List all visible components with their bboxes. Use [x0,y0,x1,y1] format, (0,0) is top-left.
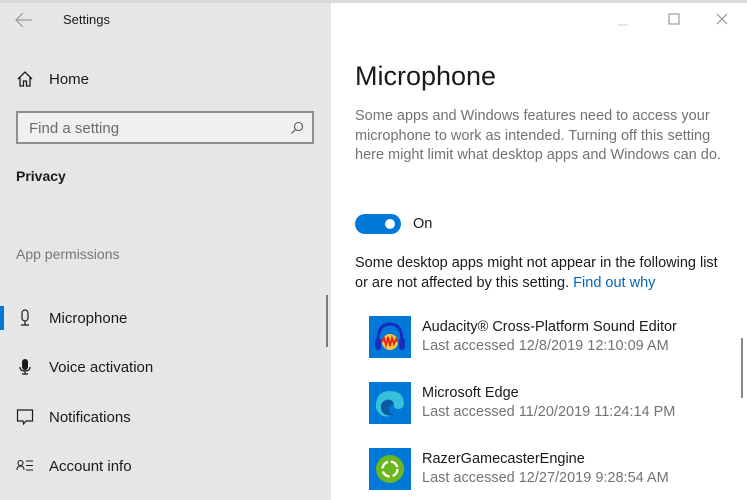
app-last-accessed: Last accessed 12/27/2019 9:28:54 AM [422,470,669,486]
section-title: Privacy [16,168,66,184]
sidebar-item-label: Voice activation [49,358,154,376]
back-arrow-icon[interactable] [14,11,34,29]
sidebar-item-account-info[interactable]: Account info [0,448,320,484]
close-button[interactable] [707,9,737,29]
home-label: Home [49,70,90,88]
maximize-button[interactable] [659,9,689,29]
sidebar-item-label: Microphone [49,309,128,327]
minimize-button[interactable] [608,9,638,29]
note-text: Some desktop apps might not appear in th… [355,255,718,291]
search-icon[interactable] [290,121,304,135]
home-link[interactable]: Home [16,67,89,91]
desktop-apps-note: Some desktop apps might not appear in th… [355,254,725,293]
app-last-accessed: Last accessed 12/8/2019 12:10:09 AM [422,338,669,354]
search-placeholder: Find a setting [29,120,120,137]
app-list-item: Microsoft Edge Last accessed 11/20/2019 … [369,382,729,426]
voice-activation-icon [16,358,34,376]
page-description: Some apps and Windows features need to a… [355,108,721,163]
sidebar-item-microphone[interactable]: Microphone [0,300,320,336]
toggle-label: On [413,216,433,232]
account-info-icon [16,457,34,475]
sidebar-scrollbar[interactable] [326,295,328,347]
toggle-knob [385,219,395,229]
content-scrollbar[interactable] [741,338,743,398]
notifications-icon [16,408,34,426]
home-icon [16,70,34,88]
microphone-icon [16,309,34,327]
sidebar-item-label: Account info [49,457,132,475]
app-title: Settings [63,12,110,27]
edge-icon [369,382,411,424]
razer-gamecaster-icon [369,448,411,490]
app-name: Audacity® Cross-Platform Sound Editor [422,319,677,335]
app-list-item: Audacity® Cross-Platform Sound Editor La… [369,316,729,360]
sidebar-item-voice-activation[interactable]: Voice activation [0,349,320,385]
audacity-icon [369,316,411,358]
search-input[interactable]: Find a setting [16,111,314,144]
sidebar-item-label: Notifications [49,408,131,426]
sidebar-item-notifications[interactable]: Notifications [0,399,320,435]
selection-indicator [0,306,4,330]
page-title: Microphone [355,61,497,91]
app-list-item: RazerGamecasterEngine Last accessed 12/2… [369,448,729,492]
app-name: RazerGamecasterEngine [422,451,585,467]
sidebar: Settings Home Find a setting Privacy App… [0,3,331,500]
group-label: App permissions [16,246,120,262]
find-out-why-link[interactable]: Find out why [573,275,655,291]
app-last-accessed: Last accessed 11/20/2019 11:24:14 PM [422,404,676,420]
app-name: Microsoft Edge [422,385,519,401]
microphone-access-toggle[interactable] [355,214,401,234]
content-pane: Microphone Some apps and Windows feature… [331,3,747,500]
